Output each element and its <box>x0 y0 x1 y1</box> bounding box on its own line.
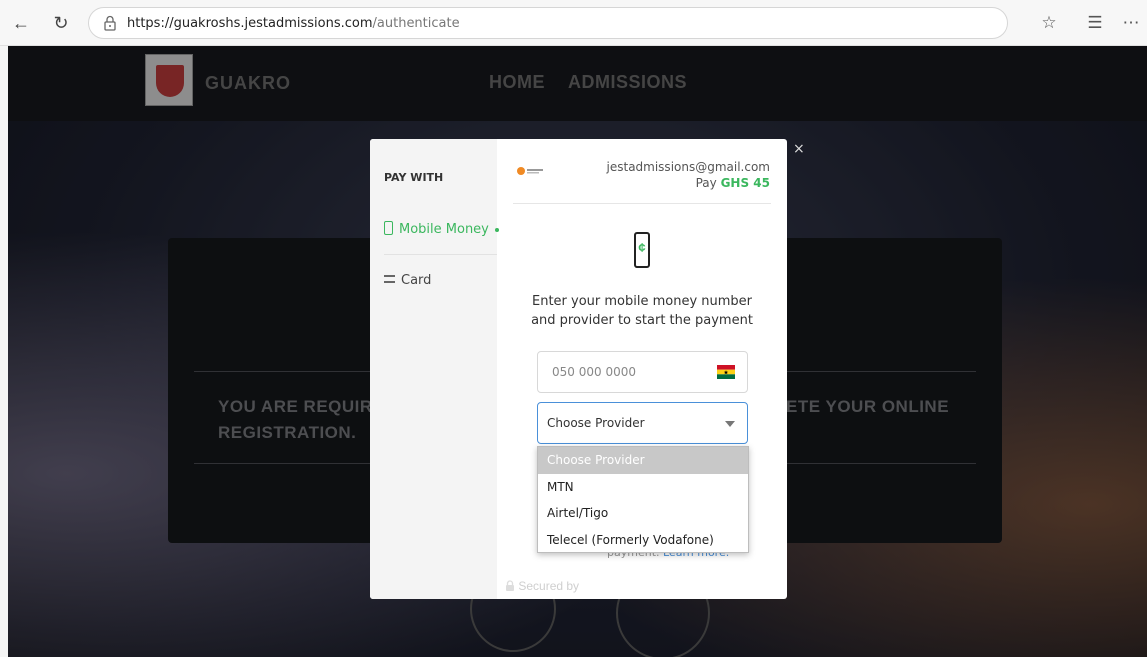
mobile-money-icon: ¢ <box>634 232 650 268</box>
divider <box>513 203 771 204</box>
method-card[interactable]: Card <box>384 273 431 288</box>
paystack-brand: paystack <box>582 579 634 593</box>
close-modal-button[interactable]: × <box>793 141 805 157</box>
divider <box>384 254 497 255</box>
provider-selected-value: Choose Provider <box>547 416 645 430</box>
chevron-down-icon <box>725 421 735 427</box>
method-mobile-money[interactable]: Mobile Money <box>384 221 499 237</box>
pay-amount: Pay GHS 45 <box>695 176 770 190</box>
card-icon <box>384 275 395 283</box>
provider-option[interactable]: Telecel (Formerly Vodafone) <box>538 527 748 554</box>
favorites-list-icon[interactable]: ☰ <box>1082 10 1108 36</box>
more-options-icon[interactable]: ⋯ <box>1118 10 1144 36</box>
refresh-icon[interactable]: ↻ <box>48 10 74 36</box>
phone-placeholder: 050 000 0000 <box>552 365 636 379</box>
payment-methods-panel: PAY WITH Mobile Money Card <box>370 139 499 599</box>
phone-number-input[interactable]: 050 000 0000 <box>537 351 748 393</box>
provider-option[interactable]: Airtel/Tigo <box>538 500 748 527</box>
favorite-star-icon[interactable]: ☆ <box>1036 10 1062 36</box>
lock-icon <box>506 580 514 591</box>
provider-select[interactable]: Choose Provider <box>537 402 748 444</box>
merchant-logo <box>517 167 543 175</box>
provider-option[interactable]: Choose Provider <box>538 447 748 474</box>
address-bar[interactable]: https://guakroshs.jestadmissions.com/aut… <box>88 7 1008 39</box>
browser-toolbar: ← ↻ https://guakroshs.jestadmissions.com… <box>0 0 1147 46</box>
secured-by-footer: Secured by paystack <box>505 579 634 593</box>
url-text: https://guakroshs.jestadmissions.com/aut… <box>127 16 460 31</box>
provider-dropdown-list: Choose Provider MTN Airtel/Tigo Telecel … <box>537 446 749 553</box>
merchant-email: jestadmissions@gmail.com <box>606 160 770 174</box>
provider-option[interactable]: MTN <box>538 474 748 501</box>
lock-icon <box>104 15 116 31</box>
phone-icon <box>384 221 393 235</box>
ghana-flag-icon <box>717 365 735 379</box>
pay-with-label: PAY WITH <box>384 171 444 184</box>
instructions-text: Enter your mobile money number and provi… <box>531 294 753 328</box>
back-arrow-icon[interactable]: ← <box>8 10 34 36</box>
